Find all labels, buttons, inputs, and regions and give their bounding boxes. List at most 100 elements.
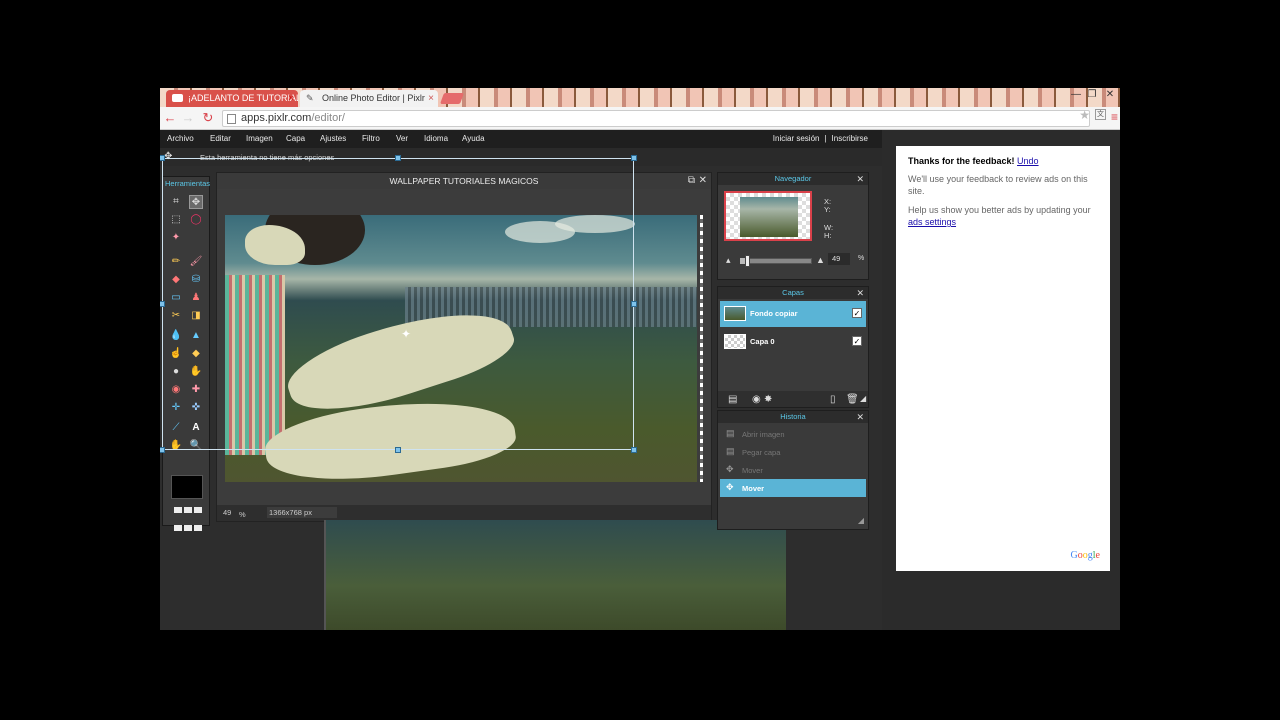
page-icon (227, 114, 236, 124)
move-icon: ✥ (726, 464, 734, 474)
menu-archivo[interactable]: Archivo (167, 134, 194, 143)
undo-link[interactable]: Undo (1017, 156, 1039, 166)
ad-line2-wrap: Help us show you better ads by updating … (908, 205, 1098, 228)
restore-window-icon[interactable]: ⧉ (688, 175, 695, 186)
history-item[interactable]: ✥ Mover (720, 461, 866, 479)
canvas-edge (700, 215, 703, 482)
auth-links: Iniciar sesión | Inscribirse (773, 134, 868, 143)
handle-tl[interactable] (160, 155, 165, 161)
menu-bar: Archivo Editar Imagen Capa Ajustes Filtr… (160, 130, 882, 148)
layer-visibility-checkbox[interactable]: ✓ (852, 308, 862, 318)
url-path: /editor/ (311, 112, 345, 124)
close-window-icon[interactable]: ✕ (1102, 89, 1118, 100)
handle-tr[interactable] (631, 155, 637, 161)
back-icon[interactable]: ← (162, 110, 178, 126)
navigator-zoom-input[interactable]: 49 (828, 253, 850, 265)
layer-mask-icon[interactable]: ◉ (752, 394, 761, 405)
auth-separator: | (824, 134, 827, 143)
resize-grip-icon[interactable]: ◢ (858, 516, 864, 525)
menu-ajustes[interactable]: Ajustes (320, 134, 346, 143)
zoom-value[interactable]: 49 (223, 508, 231, 517)
pixlr-pen-icon: ✎ (306, 93, 314, 103)
history-item[interactable]: ▤ Abrir imagen (720, 425, 866, 443)
zoom-track (740, 258, 812, 264)
nav-y-label: Y: (824, 205, 831, 214)
history-header: Historia ✕ (718, 411, 868, 423)
menu-editar[interactable]: Editar (210, 134, 231, 143)
close-tab-icon[interactable]: × (288, 90, 294, 107)
zoom-in-icon[interactable]: ▲ (816, 255, 825, 265)
history-label: Mover (742, 466, 763, 475)
layers-panel: Capas ✕ Fondo copiar ✓ Capa 0 ✓ ▤ ◉ ✸ ▯ … (717, 286, 869, 408)
close-document-icon[interactable]: ✕ (699, 175, 707, 186)
menu-imagen[interactable]: Imagen (246, 134, 273, 143)
navigator-thumbnail[interactable] (724, 191, 812, 241)
close-tab-icon[interactable]: × (428, 90, 434, 107)
menu-filtro[interactable]: Filtro (362, 134, 380, 143)
history-item[interactable]: ▤ Pegar capa (720, 443, 866, 461)
layer-row[interactable]: Capa 0 ✓ (720, 329, 866, 355)
login-link[interactable]: Iniciar sesión (773, 134, 820, 143)
forward-icon[interactable]: → (180, 110, 196, 126)
ad-sidebar: Thanks for the feedback! Undo We'll use … (882, 130, 1120, 630)
layer-styles-icon[interactable]: ✸ (764, 394, 772, 405)
handle-t[interactable] (395, 155, 401, 161)
signup-link[interactable]: Inscribirse (832, 134, 868, 143)
zoom-thumb[interactable] (745, 255, 751, 267)
zoom-slider[interactable]: ▴ ▲ (726, 255, 832, 267)
close-panel-icon[interactable]: ✕ (856, 287, 864, 299)
ads-settings-link[interactable]: ads settings (908, 217, 956, 227)
handle-r[interactable] (631, 301, 637, 307)
navigator-title: Navegador (774, 174, 812, 183)
url-field[interactable]: apps.pixlr.com/editor/ (222, 110, 1090, 127)
close-panel-icon[interactable]: ✕ (856, 173, 864, 185)
bookmark-star-icon[interactable]: ★ (1079, 108, 1090, 122)
handle-bl[interactable] (160, 447, 165, 453)
layer-settings-icon[interactable]: ▤ (728, 394, 737, 405)
menu-ayuda[interactable]: Ayuda (462, 134, 485, 143)
layer-name: Capa 0 (750, 337, 775, 346)
delete-layer-icon[interactable]: 🗑 (846, 394, 859, 405)
resize-grip-icon[interactable]: ◢ (860, 394, 866, 403)
chrome-menu-icon[interactable]: ≡ (1111, 110, 1118, 124)
new-tab-button[interactable] (439, 93, 465, 104)
zoom-out-icon[interactable]: ▴ (726, 255, 731, 266)
handle-br[interactable] (631, 447, 637, 453)
tab-youtube[interactable]: ¡ADELANTO DE TUTORIAL × (166, 90, 298, 107)
tab-title: ¡ADELANTO DE TUTORIAL (188, 93, 298, 103)
navigator-zoom-unit: % (858, 255, 865, 262)
youtube-icon (172, 94, 183, 102)
tab-title: Online Photo Editor | Pixlr (322, 93, 425, 103)
grid-icon[interactable] (173, 501, 205, 531)
pivot-icon[interactable]: ✦ (401, 327, 411, 341)
history-panel: Historia ✕ ▤ Abrir imagen ▤ Pegar capa ✥… (717, 410, 869, 530)
reload-icon[interactable]: ↻ (200, 110, 216, 126)
ad-heading-row: Thanks for the feedback! Undo (908, 156, 1098, 166)
ad-heading: Thanks for the feedback! (908, 156, 1015, 166)
zoom-unit: % (239, 510, 246, 519)
handle-b[interactable] (395, 447, 401, 453)
history-item[interactable]: ✥ Mover (720, 479, 866, 497)
maximize-icon[interactable]: ❐ (1084, 89, 1100, 100)
history-label: Mover (742, 484, 765, 493)
close-panel-icon[interactable]: ✕ (856, 411, 864, 423)
address-bar: ← → ↻ apps.pixlr.com/editor/ ★ 文 ≡ (160, 107, 1120, 130)
tab-pixlr[interactable]: ✎ Online Photo Editor | Pixlr × (300, 90, 438, 107)
ad-feedback-box: Thanks for the feedback! Undo We'll use … (896, 146, 1110, 571)
handle-l[interactable] (160, 301, 165, 307)
menu-capa[interactable]: Capa (286, 134, 305, 143)
layer-visibility-checkbox[interactable]: ✓ (852, 336, 862, 346)
image-dimensions: 1366x768 px (267, 507, 337, 518)
translate-icon[interactable]: 文 (1095, 109, 1106, 120)
transform-selection[interactable]: ✦ (160, 155, 637, 453)
layer-row[interactable]: Fondo copiar ✓ (720, 301, 866, 327)
menu-idioma[interactable]: Idioma (424, 134, 448, 143)
move-icon: ✥ (726, 482, 734, 492)
url-host: apps.pixlr.com (241, 112, 312, 124)
minimize-icon[interactable]: — (1068, 89, 1084, 100)
foreground-color-swatch[interactable] (171, 475, 203, 499)
menu-ver[interactable]: Ver (396, 134, 408, 143)
layers-title: Capas (782, 288, 804, 297)
history-label: Pegar capa (742, 448, 781, 457)
new-layer-icon[interactable]: ▯ (830, 394, 836, 405)
